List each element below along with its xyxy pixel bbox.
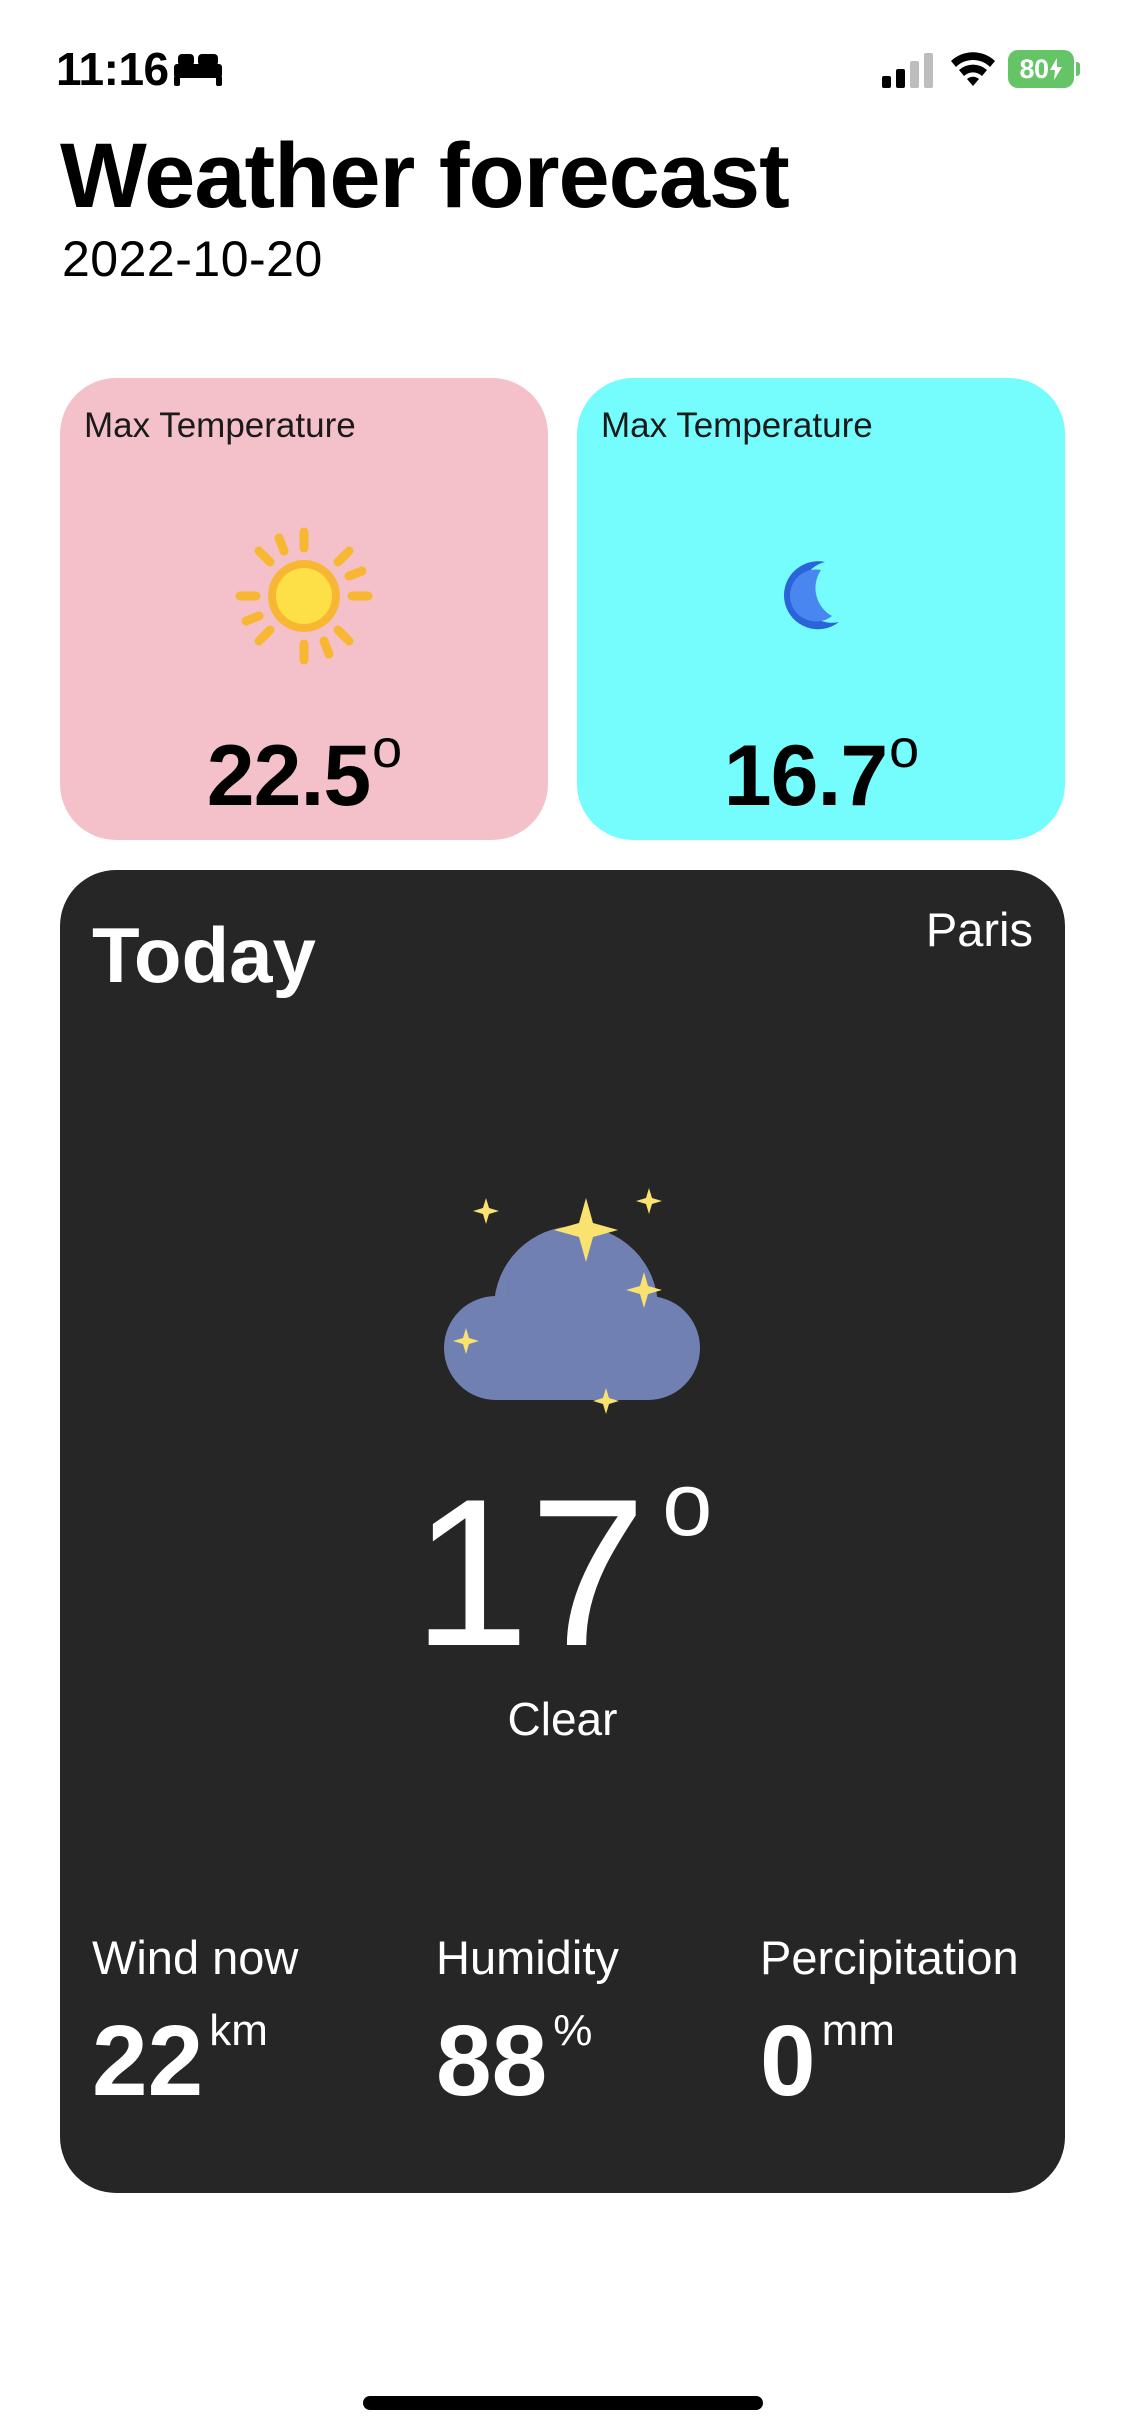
card-temperature: 22.5o [60,718,548,826]
status-time: 11:16 [56,43,169,95]
crescent-moon-icon [783,561,839,630]
degree-symbol: o [372,719,402,779]
battery-cap [1076,62,1080,76]
card-temperature: 16.7o [577,718,1065,826]
page-date: 2022-10-20 [62,231,323,287]
home-indicator[interactable] [363,2396,763,2410]
max-temperature-night-card[interactable]: Max Temperature 16.7o [577,378,1065,840]
stat-number: 0 [760,2005,816,2117]
battery-level: 80 [1008,50,1074,88]
page-title: Weather forecast [60,125,790,227]
stat-label: Humidity [436,1931,619,1984]
battery-percentage: 80 [1019,53,1049,84]
wind-stat: Wind now 22 km [92,1930,298,2111]
stat-unit: km [209,2006,268,2055]
weather-condition: Clear [507,1693,618,1745]
degree-symbol: o [889,719,919,779]
bed-icon [174,54,222,86]
degree-symbol: o [662,1455,713,1555]
sun-icon [235,527,373,665]
card-temperature-value: 22.5 [206,728,371,824]
stat-value: 0 mm [760,2006,1019,2112]
city-label: Paris [925,903,1033,956]
stat-unit: mm [821,2006,895,2055]
humidity-stat: Humidity 88% [436,1930,619,2111]
stat-unit: % [553,2006,593,2055]
precipitation-stat: Percipitation 0 mm [760,1930,1019,2111]
stat-value: 88% [436,2006,619,2112]
stat-value: 22 km [92,2006,298,2112]
stat-label: Percipitation [760,1931,1019,1984]
card-label: Max Temperature [601,406,873,445]
card-label: Max Temperature [84,406,356,445]
current-temperature-value: 17 [412,1455,647,1690]
wifi-icon [951,52,995,86]
status-bar: 11:16 80 [0,0,1125,130]
charging-bolt-icon [1049,58,1062,80]
today-title: Today [92,911,316,999]
battery-icon: 80 [1008,50,1080,88]
night-cloud-moon-stars-icon [444,1188,700,1414]
stat-number: 88 [436,2005,548,2117]
max-temperature-day-card[interactable]: Max Temperature 22.5o [60,378,548,840]
today-card[interactable]: Today Paris 17 o Clear Wind now 22 km Hu… [60,870,1065,2193]
cellular-signal-icon [882,53,933,88]
stat-label: Wind now [92,1931,299,1984]
weather-screen: 11:16 80 Weather forecast 2022-10-20 Max… [0,0,1125,2436]
card-temperature-value: 16.7 [723,728,888,824]
stat-number: 22 [92,2005,204,2117]
current-temperature: 17 o [60,1460,1065,1678]
